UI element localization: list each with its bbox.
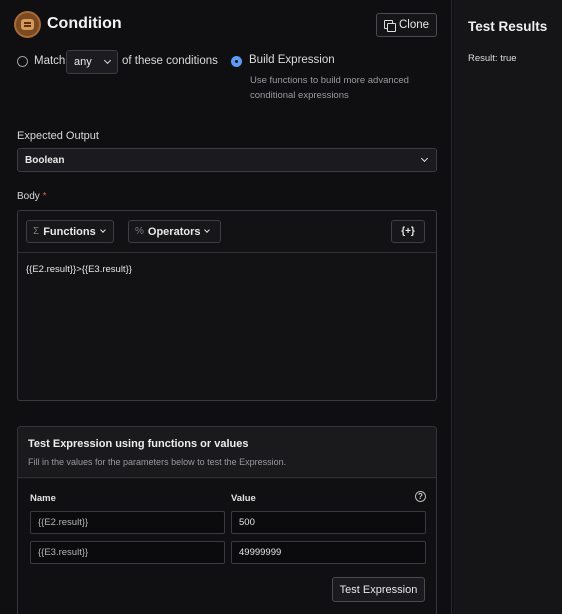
chevron-down-icon xyxy=(420,154,429,163)
body-label-text: Body xyxy=(17,191,40,202)
test-expression-button[interactable]: Test Expression xyxy=(332,577,425,602)
help-icon[interactable]: ? xyxy=(415,491,426,502)
operators-label: Operators xyxy=(147,225,201,238)
copy-icon xyxy=(383,19,396,32)
functions-label: Functions xyxy=(43,225,96,238)
expression-text[interactable]: {{E2.result}}>{{E3.result}} xyxy=(26,264,132,275)
expected-output-value: Boolean xyxy=(25,154,65,166)
body-label: Body * xyxy=(17,191,46,202)
insert-variable-button[interactable]: {+} xyxy=(391,220,425,243)
match-prefix: Match xyxy=(34,55,66,67)
test-expression-subtitle: Fill in the values for the parameters be… xyxy=(28,457,287,467)
test-expression-title: Test Expression using functions or value… xyxy=(28,438,249,450)
match-radio[interactable] xyxy=(17,56,28,67)
chevron-down-icon xyxy=(99,227,106,233)
build-expression-radio[interactable] xyxy=(231,56,242,67)
test-expression-panel: Test Expression using functions or value… xyxy=(17,426,437,614)
test-result-text: Result: true xyxy=(468,53,517,64)
test-expression-header: Test Expression using functions or value… xyxy=(18,427,436,478)
expected-output-select[interactable]: Boolean xyxy=(17,148,437,172)
build-expression-label: Build Expression xyxy=(249,54,335,66)
param-name-field[interactable]: {{E3.result}} xyxy=(30,541,225,564)
chevron-down-icon xyxy=(204,227,211,233)
param-value-field[interactable]: 49999999 xyxy=(231,541,426,564)
editor-toolbar: Σ Functions % Operators {+} xyxy=(18,211,436,253)
chevron-down-icon xyxy=(103,56,112,65)
value-column-header: Value xyxy=(231,493,256,504)
match-select[interactable]: any xyxy=(66,50,118,74)
match-select-value: any xyxy=(74,56,92,68)
param-name-field[interactable]: {{E2.result}} xyxy=(30,511,225,534)
condition-icon xyxy=(14,11,41,38)
required-mark: * xyxy=(42,191,47,202)
test-parameters: Name Value ? {{E2.result}} 500 {{E3.resu… xyxy=(18,479,436,614)
condition-panel: Condition Clone Match any of these condi… xyxy=(0,0,452,614)
operators-button[interactable]: % Operators xyxy=(128,220,221,243)
percent-icon: % xyxy=(135,226,144,237)
expression-editor[interactable]: Σ Functions % Operators {+} {{E2.result}… xyxy=(17,210,437,401)
name-column-header: Name xyxy=(30,493,56,504)
match-suffix: of these conditions xyxy=(122,55,218,67)
sigma-icon: Σ xyxy=(33,226,40,237)
build-expression-hint: Use functions to build more advanced con… xyxy=(250,75,409,101)
expected-output-label: Expected Output xyxy=(17,130,99,142)
test-results-title: Test Results xyxy=(468,19,548,34)
test-results-panel: Test Results Result: true xyxy=(453,0,562,614)
param-value-field[interactable]: 500 xyxy=(231,511,426,534)
page-title: Condition xyxy=(47,15,122,32)
clone-button[interactable]: Clone xyxy=(376,13,437,37)
functions-button[interactable]: Σ Functions xyxy=(26,220,114,243)
clone-label: Clone xyxy=(398,19,430,31)
